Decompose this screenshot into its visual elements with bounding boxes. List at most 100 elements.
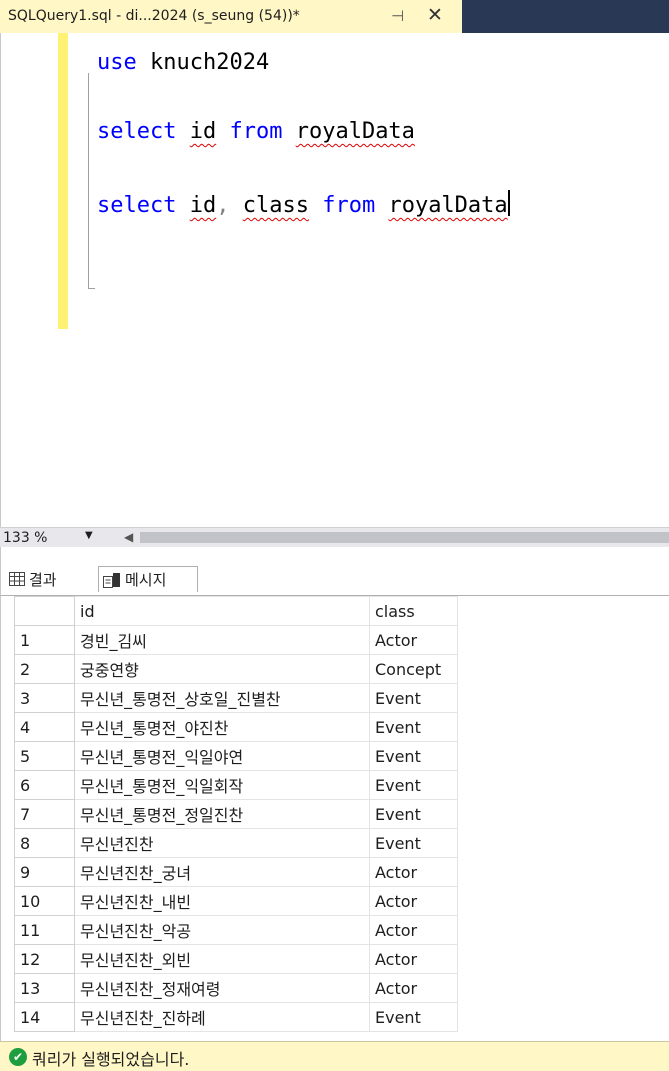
table-row[interactable]: 9 무신년진찬_궁녀 Actor [14, 857, 458, 887]
row-number[interactable]: 8 [14, 828, 75, 858]
grid-header-row: id class [14, 596, 458, 626]
scroll-left-icon[interactable]: ◀ [124, 530, 133, 544]
tab-results[interactable]: 결과 [9, 566, 98, 592]
row-number[interactable]: 6 [14, 770, 75, 800]
column-name: class [242, 193, 309, 218]
table-row[interactable]: 2 궁중연향 Concept [14, 654, 458, 684]
cell-class[interactable]: Actor [369, 886, 458, 916]
query-tab-title: SQLQuery1.sql - di...2024 (s_seung (54))… [8, 8, 300, 24]
outline-block-line [88, 73, 89, 288]
keyword: use [97, 50, 137, 75]
zoom-dropdown[interactable]: 133 % ▼ [3, 530, 115, 546]
cell-id[interactable]: 무신년진찬_외빈 [74, 944, 370, 974]
keyword: select [97, 119, 177, 144]
cell-class[interactable]: Actor [369, 625, 458, 655]
cell-class[interactable]: Event [369, 1002, 458, 1032]
row-number[interactable]: 3 [14, 683, 75, 713]
table-row[interactable]: 3 무신년_통명전_상호일_진별찬 Event [14, 683, 458, 713]
cell-class[interactable]: Event [369, 828, 458, 858]
row-number[interactable]: 13 [14, 973, 75, 1003]
table-row[interactable]: 6 무신년_통명전_익일회작 Event [14, 770, 458, 800]
row-number[interactable]: 11 [14, 915, 75, 945]
close-icon[interactable]: ✕ [427, 4, 443, 26]
pin-icon[interactable]: ⊣ [391, 7, 404, 25]
check-circle-icon: ✔ [9, 1048, 27, 1066]
table-row[interactable]: 14 무신년진찬_진하례 Event [14, 1002, 458, 1032]
scroll-thumb[interactable] [140, 532, 669, 543]
table-name: royalData [388, 193, 508, 218]
row-number[interactable]: 7 [14, 799, 75, 829]
table-row[interactable]: 7 무신년_통명전_정일진찬 Event [14, 799, 458, 829]
code-line-2[interactable]: select id from royalData [97, 117, 415, 147]
query-editor[interactable]: use knuch2024 select id from royalData s… [0, 33, 669, 527]
tab-messages-label: 메시지 [125, 571, 167, 589]
editor-horizontal-scrollbar[interactable]: 133 % ▼ ◀ [0, 527, 669, 547]
table-row[interactable]: 5 무신년_통명전_익일야연 Event [14, 741, 458, 771]
row-number[interactable]: 10 [14, 886, 75, 916]
row-number[interactable]: 5 [14, 741, 75, 771]
status-text: 쿼리가 실행되었습니다. [32, 1050, 190, 1069]
cell-id[interactable]: 무신년_통명전_정일진찬 [74, 799, 370, 829]
code-line-3[interactable]: select id, class from royalData [97, 190, 510, 221]
document-tab-strip: SQLQuery1.sql - di...2024 (s_seung (54))… [0, 0, 669, 33]
cell-class[interactable]: Actor [369, 857, 458, 887]
table-row[interactable]: 11 무신년진찬_악공 Actor [14, 915, 458, 945]
cell-id[interactable]: 무신년진찬_진하례 [74, 1002, 370, 1032]
cell-id[interactable]: 무신년_통명전_상호일_진별찬 [74, 683, 370, 713]
row-number[interactable]: 9 [14, 857, 75, 887]
row-number[interactable]: 14 [14, 1002, 75, 1032]
table-row[interactable]: 12 무신년진찬_외빈 Actor [14, 944, 458, 974]
cell-id[interactable]: 무신년진찬 [74, 828, 370, 858]
cell-id[interactable]: 무신년진찬_내빈 [74, 886, 370, 916]
cell-class[interactable]: Actor [369, 944, 458, 974]
cell-class[interactable]: Actor [369, 973, 458, 1003]
cell-id[interactable]: 무신년진찬_악공 [74, 915, 370, 945]
cell-class[interactable]: Event [369, 683, 458, 713]
cell-id[interactable]: 궁중연향 [74, 654, 370, 684]
table-row[interactable]: 10 무신년진찬_내빈 Actor [14, 886, 458, 916]
database-name: knuch2024 [150, 50, 270, 75]
status-bar: ✔ 쿼리가 실행되었습니다. [0, 1041, 669, 1071]
messages-icon [103, 572, 121, 588]
text-caret [507, 190, 510, 216]
row-number[interactable]: 12 [14, 944, 75, 974]
cell-class[interactable]: Actor [369, 915, 458, 945]
cell-id[interactable]: 무신년진찬_정재여령 [74, 973, 370, 1003]
table-row[interactable]: 13 무신년진찬_정재여령 Actor [14, 973, 458, 1003]
cell-id[interactable]: 무신년_통명전_익일야연 [74, 741, 370, 771]
cell-class[interactable]: Event [369, 799, 458, 829]
column-name: id [189, 193, 217, 218]
cell-class[interactable]: Event [369, 741, 458, 771]
keyword: select [97, 193, 177, 218]
keyword: from [322, 193, 376, 218]
comma: , [216, 193, 230, 218]
results-table: id class 1 경빈_김씨 Actor 2 궁중연향 Concept 3 무신년_통명전… [14, 596, 458, 1032]
results-tab-bar: 결과 메시지 [0, 547, 669, 595]
cell-class[interactable]: Event [369, 712, 458, 742]
tab-results-label: 결과 [29, 570, 57, 589]
cell-id[interactable]: 무신년_통명전_익일회작 [74, 770, 370, 800]
row-number[interactable]: 2 [14, 654, 75, 684]
code-line-1[interactable]: use knuch2024 [97, 48, 269, 78]
cell-class[interactable]: Event [369, 770, 458, 800]
cell-class[interactable]: Concept [369, 654, 458, 684]
column-header-id[interactable]: id [74, 596, 370, 626]
column-name: id [189, 119, 217, 144]
table-row[interactable]: 4 무신년_통명전_야진찬 Event [14, 712, 458, 742]
cell-id[interactable]: 무신년_통명전_야진찬 [74, 712, 370, 742]
table-row[interactable]: 8 무신년진찬 Event [14, 828, 458, 858]
chevron-down-icon[interactable]: ▼ [85, 530, 93, 541]
column-header-class[interactable]: class [369, 596, 458, 626]
row-number[interactable]: 4 [14, 712, 75, 742]
keyword: from [229, 119, 283, 144]
table-name: royalData [295, 119, 415, 144]
query-tab[interactable]: SQLQuery1.sql - di...2024 (s_seung (54))… [0, 0, 462, 33]
row-number[interactable]: 1 [14, 625, 75, 655]
row-number-header[interactable] [14, 596, 75, 626]
change-tracking-bar [58, 33, 68, 329]
tab-messages[interactable]: 메시지 [98, 566, 198, 592]
cell-id[interactable]: 경빈_김씨 [74, 625, 370, 655]
results-grid[interactable]: id class 1 경빈_김씨 Actor 2 궁중연향 Concept 3 무신년_통명전… [0, 595, 669, 1041]
table-row[interactable]: 1 경빈_김씨 Actor [14, 625, 458, 655]
cell-id[interactable]: 무신년진찬_궁녀 [74, 857, 370, 887]
